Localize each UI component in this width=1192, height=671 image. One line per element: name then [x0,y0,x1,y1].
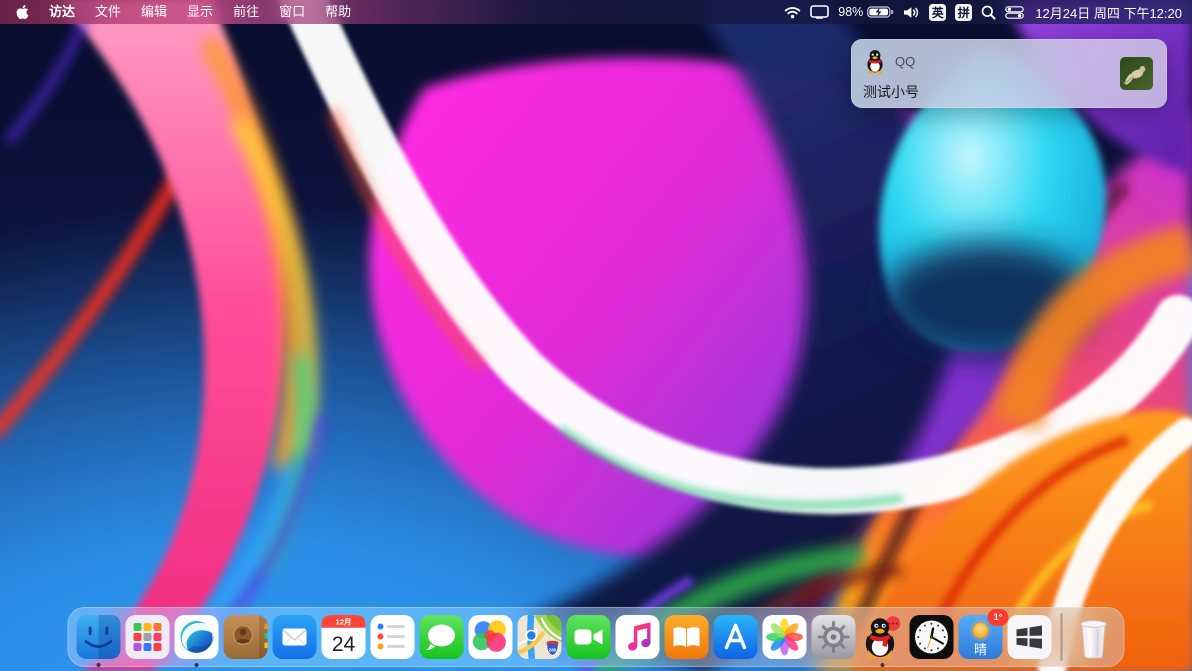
app-store-icon [713,614,759,660]
speaker-glyph [903,6,920,19]
apple-menu[interactable] [10,4,39,20]
windows-icon [1007,614,1053,660]
input-english-label: 英 [932,4,944,21]
menu-help[interactable]: 帮助 [315,0,361,24]
battery-charging-icon [867,6,894,18]
trash-icon [1071,614,1117,660]
dock-item-music[interactable] [615,614,661,660]
display-glyph [810,5,829,19]
dock-item-clock[interactable] [909,614,955,660]
input-pinyin-label: 拼 [958,4,970,21]
menu-window[interactable]: 窗口 [269,0,315,24]
magnifier-glyph [981,5,996,20]
menu-finder[interactable]: 访达 [39,0,85,24]
dock-item-photos[interactable] [762,614,808,660]
dock-item-mail[interactable] [272,614,318,660]
game-center-icon [468,614,514,660]
battery-indicator[interactable]: 98% [838,5,894,19]
facetime-icon [566,614,612,660]
messages-icon [419,614,465,660]
dock-item-reminders[interactable] [370,614,416,660]
finder-icon [76,614,122,660]
menu-go[interactable]: 前往 [223,0,269,24]
menubar-status-area: 98% 英 拼 [784,3,1182,22]
running-indicator [195,663,199,667]
dock-item-windows[interactable] [1007,614,1053,660]
running-indicator [881,663,885,667]
reminders-icon [370,614,416,660]
weather-condition-label: 晴 [974,642,987,657]
input-english-icon[interactable]: 英 [929,4,946,21]
dock-item-calendar[interactable]: 12月 24 [321,614,367,660]
volume-icon[interactable] [903,6,920,19]
dock-divider [1061,613,1063,661]
system-preferences-icon [811,614,857,660]
dock-item-qq[interactable] [860,614,906,660]
calendar-month: 12月 [335,618,351,627]
qq-icon [860,614,906,660]
calendar-day: 24 [332,633,356,656]
books-icon [664,614,710,660]
apple-logo-icon [16,4,29,20]
menu-view[interactable]: 显示 [177,0,223,24]
maps-shield-label: 280 [549,648,557,653]
menu-bar: 访达 文件 编辑 显示 前往 窗口 帮助 98% [0,0,1192,24]
dock-item-books[interactable] [664,614,710,660]
wifi-icon[interactable] [784,6,801,19]
dock-item-weather[interactable]: 晴 1° [958,614,1004,660]
weather-badge: 1° [988,609,1009,626]
calendar-icon: 12月 24 [321,614,367,660]
contacts-icon [223,614,269,660]
microsoft-edge-icon [174,614,220,660]
notification-message: 测试小号 [863,82,919,102]
maps-icon: 280 [517,614,563,660]
menubar-clock[interactable]: 12月24日 周四 下午12:20 [1033,3,1182,22]
dock-item-game-center[interactable] [468,614,514,660]
dock-item-finder[interactable] [76,614,122,660]
clock-icon [909,614,955,660]
wifi-glyph [784,6,801,19]
dock-item-facetime[interactable] [566,614,612,660]
input-pinyin-icon[interactable]: 拼 [955,4,972,21]
photos-icon [762,614,808,660]
qq-app-icon [862,48,888,74]
dock: 12月 24 [68,607,1125,667]
battery-percent: 98% [838,5,863,19]
music-icon [615,614,661,660]
notification-qq[interactable]: QQ 测试小号 [851,39,1167,108]
dock-item-app-store[interactable] [713,614,759,660]
spotlight-search-icon[interactable] [981,5,996,20]
dock-item-system-preferences[interactable] [811,614,857,660]
control-center-icon[interactable] [1005,6,1024,19]
dock-item-microsoft-edge[interactable] [174,614,220,660]
screen-mirroring-icon[interactable] [810,5,829,19]
notification-thumbnail-hummingbird [1120,57,1153,90]
notification-app-name: QQ [895,54,915,69]
mail-icon [272,614,318,660]
desktop: 访达 文件 编辑 显示 前往 窗口 帮助 98% [0,0,1192,671]
dock-item-messages[interactable] [419,614,465,660]
dock-item-maps[interactable]: 280 [517,614,563,660]
menu-edit[interactable]: 编辑 [131,0,177,24]
dock-item-contacts[interactable] [223,614,269,660]
dock-item-launchpad[interactable] [125,614,171,660]
launchpad-icon [125,614,171,660]
toggles-glyph [1005,6,1024,19]
running-indicator [97,663,101,667]
dock-item-trash[interactable] [1071,614,1117,660]
menu-file[interactable]: 文件 [85,0,131,24]
